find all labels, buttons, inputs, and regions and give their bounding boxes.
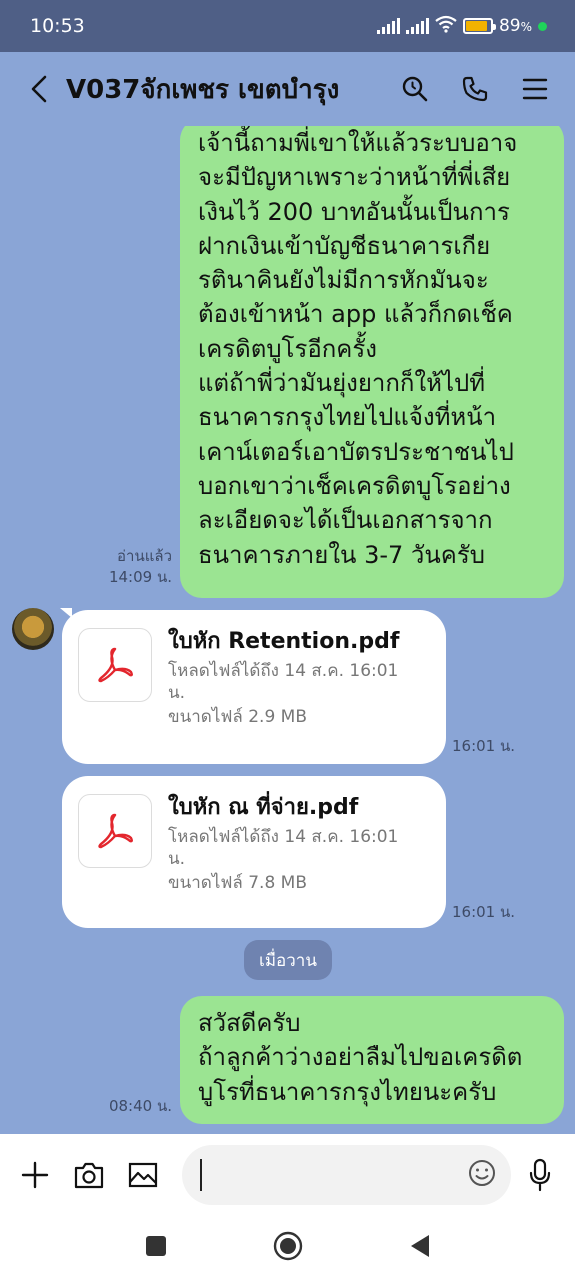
pdf-file-icon: [78, 794, 152, 868]
message-time: 16:01 น.: [452, 903, 516, 921]
status-bar: 10:53 89%: [0, 0, 575, 52]
file-expiry-line: น.: [168, 849, 186, 869]
message-line: เคาน์เตอร์เอาบัตรประชาชนไป: [198, 437, 514, 466]
battery-percent: 89: [498, 16, 521, 36]
message-line: ละเอียดจะได้เป็นเอกสารจาก: [198, 506, 493, 535]
message-input-bar: [0, 1134, 575, 1216]
message-line: บอกเขาว่าเช็คเครดิตบูโรอย่าง: [198, 471, 511, 500]
message-line: แต่ถ้าพี่ว่ามันยุ่งยากก็ให้ไปที่: [198, 369, 486, 398]
signal-icon: [376, 18, 400, 34]
phone-icon[interactable]: [459, 73, 491, 105]
file-expiry: โหลดไฟล์ได้ถึง 14 ส.ค. 16:01 น.: [168, 660, 424, 704]
file-message-bubble[interactable]: ใบหัก Retention.pdf โหลดไฟล์ได้ถึง 14 ส.…: [62, 610, 446, 764]
pdf-file-icon: [78, 628, 152, 702]
file-expiry-line: โหลดไฟล์ได้ถึง 14 ส.ค. 16:01: [168, 661, 399, 681]
file-expiry-line: น.: [168, 683, 186, 703]
message-time: 14:09 น.: [108, 568, 172, 586]
file-message-bubble[interactable]: ใบหัก ณ ที่จ่าย.pdf โหลดไฟล์ได้ถึง 14 ส.…: [62, 776, 446, 928]
menu-icon[interactable]: [519, 73, 551, 105]
outgoing-message-bubble[interactable]: เจ้านี้ถามพี่เขาให้แล้วระบบอาจ จะมีปัญหา…: [180, 126, 564, 598]
microphone-icon[interactable]: [523, 1158, 557, 1192]
charging-dot: [538, 21, 547, 31]
message-line: ธนาคารภายใน 3-7 วันครับ: [198, 540, 485, 569]
recents-square-icon[interactable]: [145, 1235, 167, 1261]
read-receipt: อ่านแล้ว: [117, 547, 172, 565]
emoji-icon[interactable]: [467, 1158, 497, 1192]
file-name: ใบหัก Retention.pdf: [168, 629, 400, 654]
plus-icon[interactable]: [18, 1158, 52, 1192]
message-line: รตินาคินยังไม่มีการหักมันจะ: [198, 266, 489, 295]
text-caret: [200, 1159, 202, 1191]
file-size: ขนาดไฟล์ 2.9 MB: [168, 707, 308, 727]
message-input[interactable]: [182, 1145, 511, 1205]
back-triangle-icon[interactable]: [409, 1234, 431, 1262]
message-line: บูโรที่ธนาคารกรุงไทยนะครับ: [198, 1077, 497, 1106]
message-time: 08:40 น.: [108, 1097, 172, 1115]
camera-icon[interactable]: [72, 1158, 106, 1192]
message-line: ต้องเข้าหน้า app แล้วก็กดเช็ค: [198, 300, 513, 329]
file-size: ขนาดไฟล์ 7.8 MB: [168, 873, 308, 893]
file-name: ใบหัก ณ ที่จ่าย.pdf: [168, 795, 359, 820]
message-line: ธนาคารกรุงไทยไปแจ้งที่หน้า: [198, 403, 497, 432]
file-expiry: โหลดไฟล์ได้ถึง 14 ส.ค. 16:01 น.: [168, 826, 424, 870]
file-expiry-line: โหลดไฟล์ได้ถึง 14 ส.ค. 16:01: [168, 827, 399, 847]
date-separator: เมื่อวาน: [244, 940, 332, 980]
home-circle-icon[interactable]: [273, 1231, 303, 1265]
system-nav-bar: [0, 1216, 575, 1280]
message-line: จะมีปัญหาเพราะว่าหน้าที่พี่เสีย: [198, 163, 511, 192]
message-line: เครดิตบูโรอีกครั้ง: [198, 334, 377, 363]
wifi-icon: [435, 15, 457, 38]
image-icon[interactable]: [126, 1158, 160, 1192]
message-line: เงินไว้ 200 บาทอันนั้นเป็นการ: [198, 197, 510, 226]
battery-unit: %: [520, 20, 532, 34]
message-meta: อ่านแล้ว 14:09 น.: [96, 546, 172, 588]
status-time: 10:53: [30, 15, 85, 37]
chat-header: V037จักเพชร เขตบำรุง: [0, 52, 575, 126]
status-icons: 89%: [376, 15, 547, 38]
chat-area[interactable]: เจ้านี้ถามพี่เขาให้แล้วระบบอาจ จะมีปัญหา…: [0, 126, 575, 1134]
message-line: ฝากเงินเข้าบัญชีธนาคารเกีย: [198, 231, 491, 260]
outgoing-message-bubble[interactable]: สวัสดีครับ ถ้าลูกค้าว่างอย่าลืมไปขอเครดิ…: [180, 996, 564, 1124]
signal-icon-2: [405, 18, 429, 34]
message-time: 16:01 น.: [452, 737, 516, 755]
chat-title: V037จักเพชร เขตบำรุง: [66, 74, 340, 105]
message-line: เจ้านี้ถามพี่เขาให้แล้วระบบอาจ: [198, 129, 518, 157]
back-arrow-icon[interactable]: [24, 69, 54, 109]
message-line: สวัสดีครับ: [198, 1009, 301, 1037]
avatar[interactable]: [12, 608, 54, 650]
message-line: ถ้าลูกค้าว่างอย่าลืมไปขอเครดิต: [198, 1043, 523, 1072]
battery-icon: [462, 18, 496, 34]
search-icon[interactable]: [399, 73, 431, 105]
